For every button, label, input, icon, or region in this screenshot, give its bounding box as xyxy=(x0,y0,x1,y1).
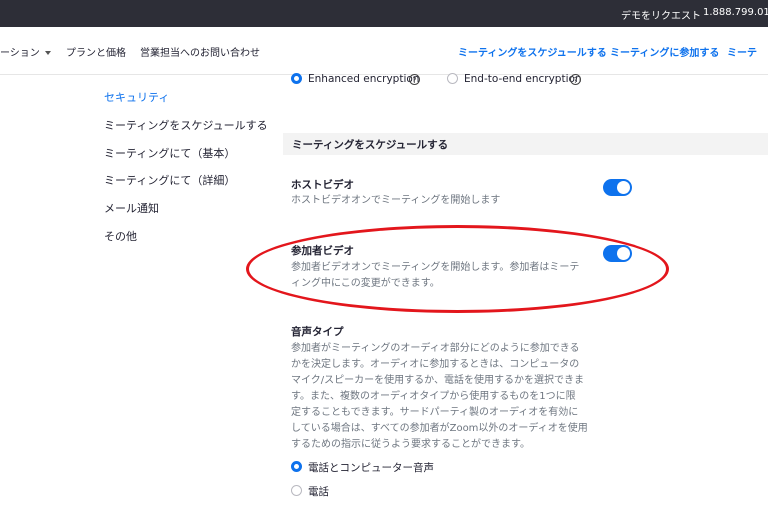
phone-and-computer-audio-label: 電話とコンピューター音声 xyxy=(308,462,434,474)
section-header: ミーティングをスケジュールする xyxy=(283,133,768,155)
sidebar-item-other[interactable]: その他 xyxy=(104,228,137,244)
schedule-meeting-link[interactable]: ミーティングをスケジュールする xyxy=(458,44,607,59)
host-video-description: ホストビデオオンでミーティングを開始します xyxy=(291,195,501,206)
sidebar-item-email-notification[interactable]: メール通知 xyxy=(104,200,159,216)
sidebar-item-schedule-meeting[interactable]: ミーティングをスケジュールする xyxy=(104,117,268,133)
host-meeting-link[interactable]: ミーテ xyxy=(727,44,757,59)
description-line: するための指示に従うよう要求することができます。 xyxy=(291,439,530,450)
sidebar-item-in-meeting-advanced[interactable]: ミーティングにて（詳細） xyxy=(104,172,235,188)
enhanced-encryption-label: Enhanced encryption xyxy=(308,73,420,85)
top-bar: デモをリクエスト 1.888.799.0125 xyxy=(0,0,768,27)
plans-link[interactable]: プランと価格 xyxy=(66,44,126,59)
description-line: している場合は、すべての参加者がZoom以外のオーディオを使用 xyxy=(291,423,588,434)
description-line: す。また、複数のオーディオタイプから使用するものを1つに限 xyxy=(291,391,576,402)
highlight-ellipse xyxy=(246,225,669,313)
phone-number-link[interactable]: 1.888.799.0125 xyxy=(703,7,768,18)
solutions-label: ーション xyxy=(0,48,40,59)
audio-type-title: 音声タイプ xyxy=(291,326,344,338)
telephone-audio-label: 電話 xyxy=(308,486,329,498)
help-icon[interactable]: ? xyxy=(570,74,581,85)
sidebar-item-security[interactable]: セキュリティ xyxy=(104,89,169,105)
description-line: かを決定します。オーディオに参加するときは、コンピュータの xyxy=(291,359,580,370)
chevron-down-icon xyxy=(44,51,51,55)
join-meeting-link[interactable]: ミーティングに参加する xyxy=(610,44,719,59)
description-line: 参加者がミーティングのオーディオ部分にどのように参加できる xyxy=(291,343,580,354)
description-line: マイク/スピーカーを使用するか、電話を使用するかを選択できま xyxy=(291,375,584,386)
help-icon[interactable]: ? xyxy=(409,74,420,85)
section-title: ミーティングをスケジュールする xyxy=(292,139,449,151)
description-line: 定することもできます。サードパーティ製のオーディオを有効に xyxy=(291,407,579,418)
host-video-toggle[interactable] xyxy=(603,179,632,196)
toggle-knob xyxy=(617,181,630,194)
end-to-end-encryption-radio[interactable] xyxy=(447,73,458,84)
enhanced-encryption-radio[interactable] xyxy=(291,73,302,84)
phone-and-computer-audio-radio[interactable] xyxy=(291,461,302,472)
solutions-menu[interactable]: ーション xyxy=(0,44,51,59)
audio-type-description: 参加者がミーティングのオーディオ部分にどのように参加できる かを決定します。オー… xyxy=(291,341,588,453)
end-to-end-encryption-label: End-to-end encryption xyxy=(464,73,582,85)
sidebar-item-in-meeting-basic[interactable]: ミーティングにて（基本） xyxy=(104,145,235,161)
telephone-audio-radio[interactable] xyxy=(291,485,302,496)
request-demo-link[interactable]: デモをリクエスト xyxy=(621,7,701,22)
host-video-title: ホストビデオ xyxy=(291,179,354,191)
main-nav: ーション プランと価格 営業担当へのお問い合わせ ミーティングをスケジュールする… xyxy=(0,27,768,75)
contact-sales-link[interactable]: 営業担当へのお問い合わせ xyxy=(140,44,260,59)
